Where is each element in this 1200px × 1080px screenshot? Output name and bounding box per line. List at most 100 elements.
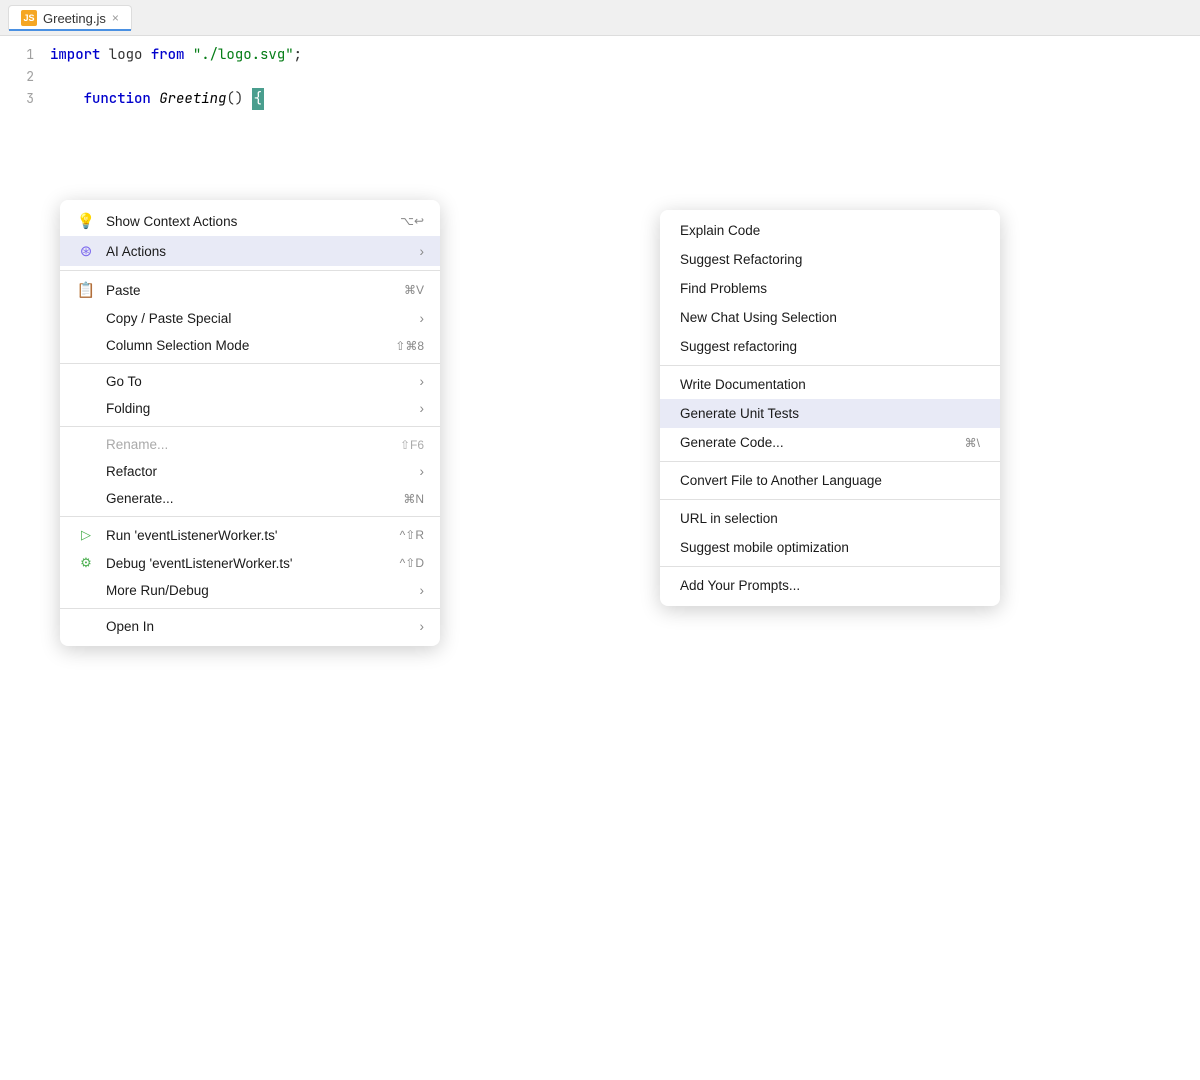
menu-item-shortcut: ⌘V bbox=[404, 283, 424, 297]
submenu-item-label: Suggest refactoring bbox=[680, 339, 980, 354]
submenu-separator bbox=[660, 566, 1000, 567]
submenu-arrow-icon: › bbox=[420, 583, 425, 598]
line-number: 2 bbox=[0, 66, 50, 88]
submenu-separator bbox=[660, 365, 1000, 366]
submenu-separator bbox=[660, 461, 1000, 462]
tab-active-indicator bbox=[9, 29, 131, 31]
submenu-item-label: URL in selection bbox=[680, 511, 980, 526]
menu-item-label: Rename... bbox=[106, 437, 390, 452]
menu-item-show-context-actions[interactable]: 💡 Show Context Actions ⌥↩ bbox=[60, 206, 440, 236]
menu-item-shortcut: ^⇧D bbox=[400, 556, 424, 570]
menu-item-open-in[interactable]: Open In › bbox=[60, 613, 440, 640]
tab-bar: JS Greeting.js × bbox=[0, 0, 1200, 36]
menu-item-label: Open In bbox=[106, 619, 402, 634]
submenu-item-label: Generate Code... bbox=[680, 435, 965, 450]
submenu-arrow-icon: › bbox=[420, 464, 425, 479]
submenu-separator bbox=[660, 499, 1000, 500]
menu-item-shortcut: ⇧⌘8 bbox=[395, 339, 424, 353]
submenu-item-suggest-refactoring-2[interactable]: Suggest refactoring bbox=[660, 332, 1000, 361]
submenu-arrow-icon: › bbox=[420, 619, 425, 634]
context-menu: 💡 Show Context Actions ⌥↩ ⊛ AI Actions ›… bbox=[60, 200, 440, 646]
submenu-item-find-problems[interactable]: Find Problems bbox=[660, 274, 1000, 303]
submenu-item-new-chat[interactable]: New Chat Using Selection bbox=[660, 303, 1000, 332]
menu-item-shortcut: ⌘N bbox=[403, 492, 424, 506]
submenu-arrow-icon: › bbox=[420, 374, 425, 389]
code-line-1: 1 import logo from "./logo.svg"; bbox=[0, 44, 1200, 66]
menu-item-label: Run 'eventListenerWorker.ts' bbox=[106, 528, 390, 543]
submenu-item-label: Explain Code bbox=[680, 223, 980, 238]
menu-item-label: AI Actions bbox=[106, 244, 402, 259]
submenu-item-label: Suggest Refactoring bbox=[680, 252, 980, 267]
menu-item-label: Go To bbox=[106, 374, 402, 389]
menu-item-copy-paste-special[interactable]: Copy / Paste Special › bbox=[60, 305, 440, 332]
submenu-item-add-prompts[interactable]: Add Your Prompts... bbox=[660, 571, 1000, 600]
submenu-item-suggest-refactoring[interactable]: Suggest Refactoring bbox=[660, 245, 1000, 274]
menu-item-generate[interactable]: Generate... ⌘N bbox=[60, 485, 440, 512]
submenu-item-url-in-selection[interactable]: URL in selection bbox=[660, 504, 1000, 533]
submenu-item-label: Suggest mobile optimization bbox=[680, 540, 980, 555]
menu-item-label: Show Context Actions bbox=[106, 214, 390, 229]
submenu-arrow-icon: › bbox=[420, 244, 425, 259]
menu-separator bbox=[60, 363, 440, 364]
line-number: 1 bbox=[0, 44, 50, 66]
menu-item-label: Folding bbox=[106, 401, 402, 416]
submenu-item-write-docs[interactable]: Write Documentation bbox=[660, 370, 1000, 399]
js-file-icon: JS bbox=[21, 10, 37, 26]
submenu-item-suggest-mobile[interactable]: Suggest mobile optimization bbox=[660, 533, 1000, 562]
submenu-item-generate-unit-tests[interactable]: Generate Unit Tests bbox=[660, 399, 1000, 428]
submenu-item-label: Write Documentation bbox=[680, 377, 980, 392]
menu-item-folding[interactable]: Folding › bbox=[60, 395, 440, 422]
tab-close-button[interactable]: × bbox=[112, 11, 119, 25]
submenu-item-shortcut: ⌘\ bbox=[965, 436, 980, 450]
code-content bbox=[50, 66, 58, 88]
code-line-3: 3 function Greeting() { bbox=[0, 88, 1200, 110]
submenu-item-label: New Chat Using Selection bbox=[680, 310, 980, 325]
menu-item-label: Refactor bbox=[106, 464, 402, 479]
menu-item-column-selection[interactable]: Column Selection Mode ⇧⌘8 bbox=[60, 332, 440, 359]
run-icon: ▷ bbox=[76, 527, 96, 543]
menu-separator bbox=[60, 608, 440, 609]
tab-greeting-js[interactable]: JS Greeting.js × bbox=[8, 5, 132, 30]
menu-item-shortcut: ⌥↩ bbox=[400, 214, 424, 228]
code-content: import logo from "./logo.svg"; bbox=[50, 44, 302, 66]
ai-spiral-icon: ⊛ bbox=[76, 242, 96, 260]
code-line-2: 2 bbox=[0, 66, 1200, 88]
submenu-item-explain-code[interactable]: Explain Code bbox=[660, 216, 1000, 245]
code-content: function Greeting() { bbox=[50, 88, 264, 110]
menu-item-shortcut: ⇧F6 bbox=[400, 438, 424, 452]
submenu-item-label: Add Your Prompts... bbox=[680, 578, 980, 593]
lightbulb-icon: 💡 bbox=[76, 212, 96, 230]
line-number: 3 bbox=[0, 88, 50, 110]
menu-item-label: Copy / Paste Special bbox=[106, 311, 402, 326]
menu-item-debug[interactable]: ⚙ Debug 'eventListenerWorker.ts' ^⇧D bbox=[60, 549, 440, 577]
submenu-arrow-icon: › bbox=[420, 401, 425, 416]
menu-item-ai-actions[interactable]: ⊛ AI Actions › bbox=[60, 236, 440, 266]
menu-separator bbox=[60, 270, 440, 271]
menu-separator bbox=[60, 426, 440, 427]
menu-item-run[interactable]: ▷ Run 'eventListenerWorker.ts' ^⇧R bbox=[60, 521, 440, 549]
submenu-item-generate-code[interactable]: Generate Code... ⌘\ bbox=[660, 428, 1000, 457]
code-editor[interactable]: 1 import logo from "./logo.svg"; 2 3 fun… bbox=[0, 36, 1200, 118]
debug-icon: ⚙ bbox=[76, 555, 96, 571]
menu-separator bbox=[60, 516, 440, 517]
tab-filename: Greeting.js bbox=[43, 11, 106, 26]
menu-item-rename[interactable]: Rename... ⇧F6 bbox=[60, 431, 440, 458]
submenu-arrow-icon: › bbox=[420, 311, 425, 326]
menu-item-paste[interactable]: 📋 Paste ⌘V bbox=[60, 275, 440, 305]
menu-item-label: Paste bbox=[106, 283, 394, 298]
clipboard-icon: 📋 bbox=[76, 281, 96, 299]
menu-item-go-to[interactable]: Go To › bbox=[60, 368, 440, 395]
menu-item-label: Column Selection Mode bbox=[106, 338, 385, 353]
ai-actions-submenu: Explain Code Suggest Refactoring Find Pr… bbox=[660, 210, 1000, 606]
menu-item-refactor[interactable]: Refactor › bbox=[60, 458, 440, 485]
menu-item-label: More Run/Debug bbox=[106, 583, 402, 598]
editor-container: JS Greeting.js × 1 import logo from "./l… bbox=[0, 0, 1200, 1080]
menu-item-shortcut: ^⇧R bbox=[400, 528, 424, 542]
submenu-item-label: Convert File to Another Language bbox=[680, 473, 980, 488]
menu-item-label: Generate... bbox=[106, 491, 393, 506]
submenu-item-label: Generate Unit Tests bbox=[680, 406, 980, 421]
menu-item-more-run-debug[interactable]: More Run/Debug › bbox=[60, 577, 440, 604]
submenu-item-convert-file[interactable]: Convert File to Another Language bbox=[660, 466, 1000, 495]
menu-item-label: Debug 'eventListenerWorker.ts' bbox=[106, 556, 390, 571]
submenu-item-label: Find Problems bbox=[680, 281, 980, 296]
